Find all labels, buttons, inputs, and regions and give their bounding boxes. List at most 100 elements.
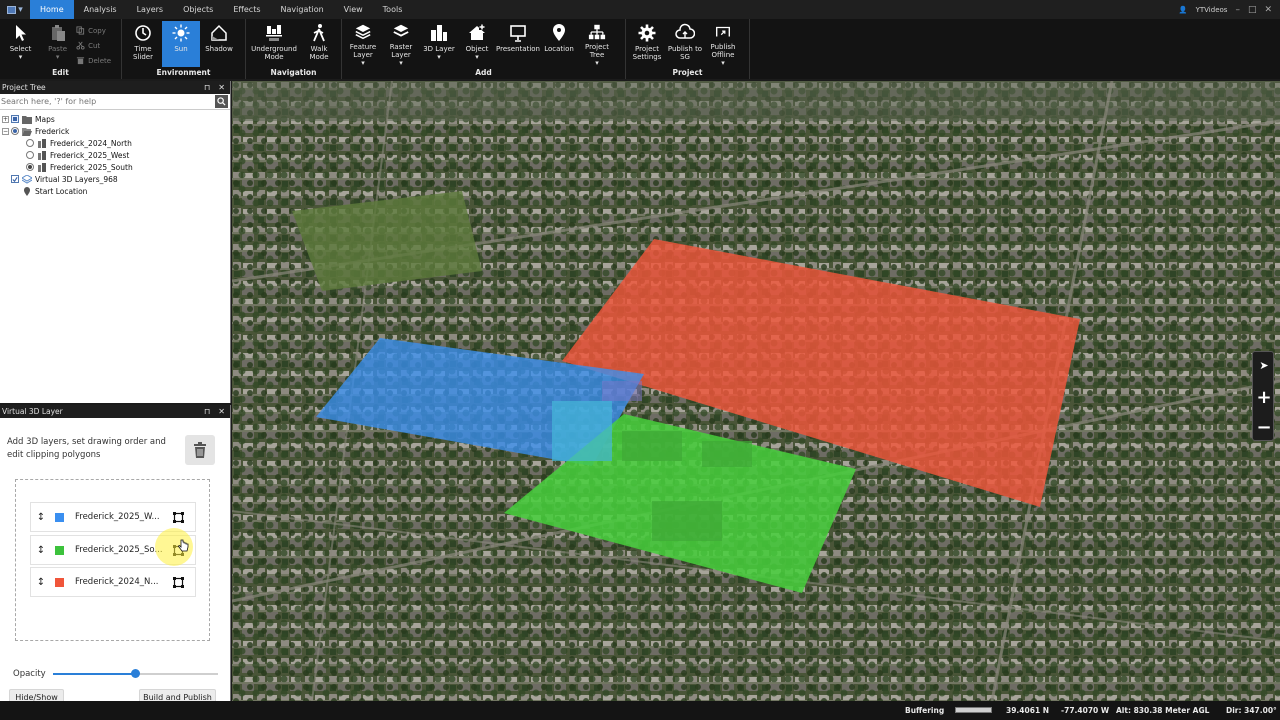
publish-offline-icon [716, 26, 730, 37]
tab-layers[interactable]: Layers [127, 0, 173, 19]
tab-tools[interactable]: Tools [373, 0, 413, 19]
time-slider-button[interactable]: Time Slider [124, 21, 162, 67]
search-input[interactable] [0, 94, 215, 109]
tree-hierarchy-icon [588, 24, 606, 40]
checkbox-checked[interactable] [11, 175, 19, 183]
drag-handle-icon[interactable]: ↕ [33, 545, 49, 556]
search-icon [217, 97, 226, 106]
drag-handle-icon[interactable]: ↕ [33, 512, 49, 523]
tree-item-frederick-2025-south[interactable]: Frederick_2025_South [0, 161, 230, 173]
project-tree-button[interactable]: Project Tree ▾ [578, 21, 616, 67]
delete-layer-button[interactable] [185, 435, 215, 465]
tree-item-virtual-3d-layers[interactable]: Virtual 3D Layers_968 [0, 173, 230, 185]
search-button[interactable] [215, 95, 228, 108]
compass-icon[interactable]: ➤ [1253, 354, 1275, 376]
close-icon[interactable]: ✕ [218, 407, 225, 416]
direction-readout: Dir: 347.00° [1226, 706, 1277, 715]
publish-offline-button[interactable]: Publish Offline ▾ [704, 21, 742, 67]
user-area[interactable]: 👤 YTVideos – □ ✕ [1179, 0, 1272, 19]
close-window-icon[interactable]: ✕ [1264, 5, 1272, 15]
opacity-slider-thumb[interactable] [131, 669, 140, 678]
buffering-label: Buffering [905, 706, 945, 715]
folder-open-icon [22, 127, 32, 136]
paste-button[interactable]: Paste ▾ [39, 21, 76, 67]
clock-icon [135, 25, 151, 41]
3d-layer-icon [38, 138, 46, 148]
minimize-icon[interactable]: – [1235, 5, 1240, 15]
walk-mode-button[interactable]: Walk Mode [300, 21, 338, 67]
radio-off[interactable] [26, 139, 34, 147]
app-window: ▾ Home Analysis Layers Objects Effects N… [0, 0, 1280, 720]
tree-item-frederick[interactable]: − Frederick [0, 125, 230, 137]
location-pin-icon [24, 186, 30, 196]
search-row [0, 94, 230, 110]
sun-button[interactable]: Sun [162, 21, 200, 67]
close-icon[interactable]: ✕ [218, 83, 225, 92]
3d-map-viewport[interactable] [232, 81, 1280, 701]
radio-partial[interactable] [11, 127, 19, 135]
drag-handle-icon[interactable]: ↕ [33, 577, 49, 588]
expand-icon[interactable]: + [2, 115, 9, 123]
paste-icon [51, 25, 65, 41]
ribbon-toolbar: Select ▾ Paste ▾ Copy Cut Delete Edit Time… [0, 19, 1280, 79]
buildings-icon [431, 25, 447, 41]
feature-layer-button[interactable]: Feature Layer ▾ [344, 21, 382, 67]
maximize-icon[interactable]: □ [1248, 5, 1257, 15]
copy-button[interactable]: Copy [76, 24, 119, 37]
raster-layer-button[interactable]: Raster Layer ▾ [382, 21, 420, 67]
radio-on[interactable] [26, 163, 34, 171]
tab-analysis[interactable]: Analysis [74, 0, 127, 19]
sun-icon [172, 24, 190, 42]
layer-row-north[interactable]: ↕ Frederick_2024_N... [30, 567, 196, 597]
app-menu-icon[interactable]: ▾ [0, 0, 30, 19]
tab-navigation[interactable]: Navigation [271, 0, 334, 19]
tree-item-frederick-2025-west[interactable]: Frederick_2025_West [0, 149, 230, 161]
location-button[interactable]: Location [540, 21, 578, 67]
layers-icon [355, 24, 371, 40]
select-button[interactable]: Select ▾ [2, 21, 39, 67]
checkbox-partial[interactable] [11, 115, 19, 123]
project-settings-button[interactable]: Project Settings [628, 21, 666, 67]
publish-to-sg-button[interactable]: Publish to SG [666, 21, 704, 67]
zoom-out-button[interactable]: − [1253, 416, 1275, 438]
cloud-upload-icon [675, 23, 695, 39]
opacity-slider-fill [53, 673, 136, 675]
clipping-polygon-icon[interactable] [173, 512, 184, 523]
tree-view: + Maps − Frederick Frederick_2024_North … [0, 110, 230, 197]
cursor-icon [15, 25, 26, 41]
tab-home[interactable]: Home [30, 0, 74, 19]
group-label-environment: Environment [156, 68, 211, 77]
clipping-polygon-icon[interactable] [173, 577, 184, 588]
delete-icon [76, 57, 85, 65]
tab-view[interactable]: View [334, 0, 373, 19]
virtual-layer-icon [22, 174, 32, 184]
tree-item-start-location[interactable]: Start Location [0, 185, 230, 197]
3d-layer-icon [38, 162, 46, 172]
folder-icon [22, 115, 32, 124]
pin-icon[interactable]: ⊓ [204, 407, 210, 416]
project-tree-panel: Project Tree ⊓ ✕ + Maps − Frederick [0, 81, 231, 403]
group-label-project: Project [672, 68, 703, 77]
cut-button[interactable]: Cut [76, 39, 119, 52]
pin-icon[interactable]: ⊓ [204, 83, 210, 92]
tab-objects[interactable]: Objects [173, 0, 223, 19]
tab-effects[interactable]: Effects [223, 0, 270, 19]
aerial-imagery [232, 81, 1280, 701]
layer-order-list: ↕ Frederick_2025_W... ↕ Frederick_2025_S… [15, 479, 210, 641]
zoom-in-button[interactable]: + [1253, 386, 1275, 408]
tree-item-frederick-2024-north[interactable]: Frederick_2024_North [0, 137, 230, 149]
underground-mode-button[interactable]: Underground Mode [248, 21, 300, 67]
presentation-button[interactable]: Presentation [496, 21, 540, 67]
layer-color-swatch [55, 512, 64, 522]
radio-off[interactable] [26, 151, 34, 159]
object-button[interactable]: Object ▾ [458, 21, 496, 67]
tree-item-maps[interactable]: + Maps [0, 113, 230, 125]
opacity-label: Opacity [13, 669, 46, 679]
opacity-slider[interactable] [53, 669, 218, 678]
delete-button[interactable]: Delete [76, 54, 119, 67]
collapse-icon[interactable]: − [2, 127, 9, 135]
project-tree-title: Project Tree [2, 83, 46, 92]
shadow-button[interactable]: Shadow [200, 21, 238, 67]
3d-layer-button[interactable]: 3D Layer ▾ [420, 21, 458, 67]
layer-name: Frederick_2024_N... [75, 577, 159, 587]
